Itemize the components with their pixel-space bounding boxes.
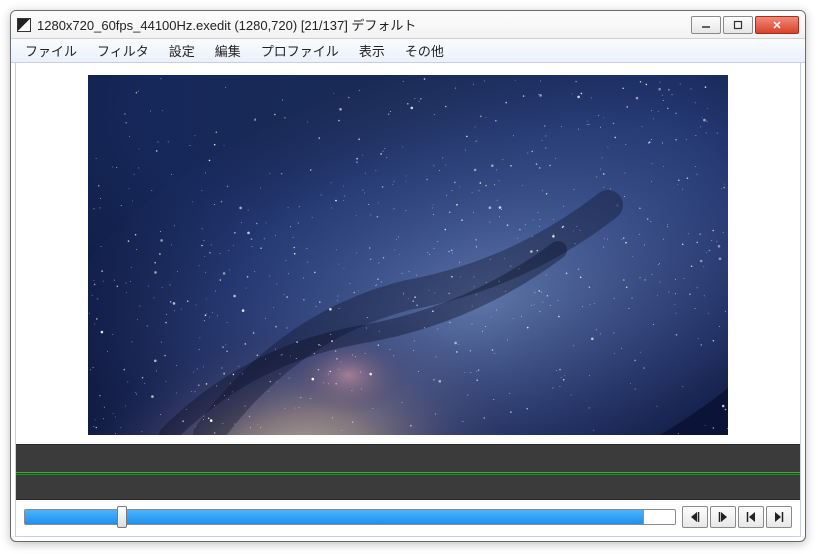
frame-back-icon — [689, 511, 701, 523]
transport-controls — [16, 500, 800, 536]
window-title: 1280x720_60fps_44100Hz.exedit (1280,720)… — [37, 15, 683, 34]
menubar: ファイル フィルタ 設定 編集 プロファイル 表示 その他 — [11, 39, 805, 63]
preview-area — [16, 63, 800, 444]
go-end-icon — [773, 511, 785, 523]
close-button[interactable] — [755, 16, 799, 34]
maximize-icon — [733, 20, 743, 30]
close-icon — [772, 20, 782, 30]
main-window: 1280x720_60fps_44100Hz.exedit (1280,720)… — [10, 10, 806, 542]
go-start-icon — [745, 511, 757, 523]
minimize-button[interactable] — [691, 16, 721, 34]
seek-thumb[interactable] — [117, 506, 127, 528]
titlebar[interactable]: 1280x720_60fps_44100Hz.exedit (1280,720)… — [11, 11, 805, 39]
go-start-button[interactable] — [738, 506, 764, 528]
window-controls — [691, 16, 799, 34]
seek-bar[interactable] — [24, 505, 676, 529]
nav-buttons — [682, 506, 792, 528]
preview-image — [88, 75, 728, 435]
video-preview — [88, 75, 728, 435]
frame-forward-button[interactable] — [710, 506, 736, 528]
menu-view[interactable]: 表示 — [351, 39, 393, 62]
go-end-button[interactable] — [766, 506, 792, 528]
menu-edit[interactable]: 編集 — [207, 39, 249, 62]
menu-profile[interactable]: プロファイル — [253, 39, 347, 62]
maximize-button[interactable] — [723, 16, 753, 34]
menu-file[interactable]: ファイル — [17, 39, 85, 62]
minimize-icon — [701, 20, 711, 30]
frame-forward-icon — [717, 511, 729, 523]
waveform-line — [16, 474, 800, 475]
menu-filter[interactable]: フィルタ — [89, 39, 157, 62]
waveform-center-line — [16, 472, 800, 473]
menu-settings[interactable]: 設定 — [161, 39, 203, 62]
client-area — [15, 63, 801, 537]
audio-strip — [16, 444, 800, 500]
frame-back-button[interactable] — [682, 506, 708, 528]
app-icon — [17, 18, 31, 32]
menu-other[interactable]: その他 — [397, 39, 452, 62]
